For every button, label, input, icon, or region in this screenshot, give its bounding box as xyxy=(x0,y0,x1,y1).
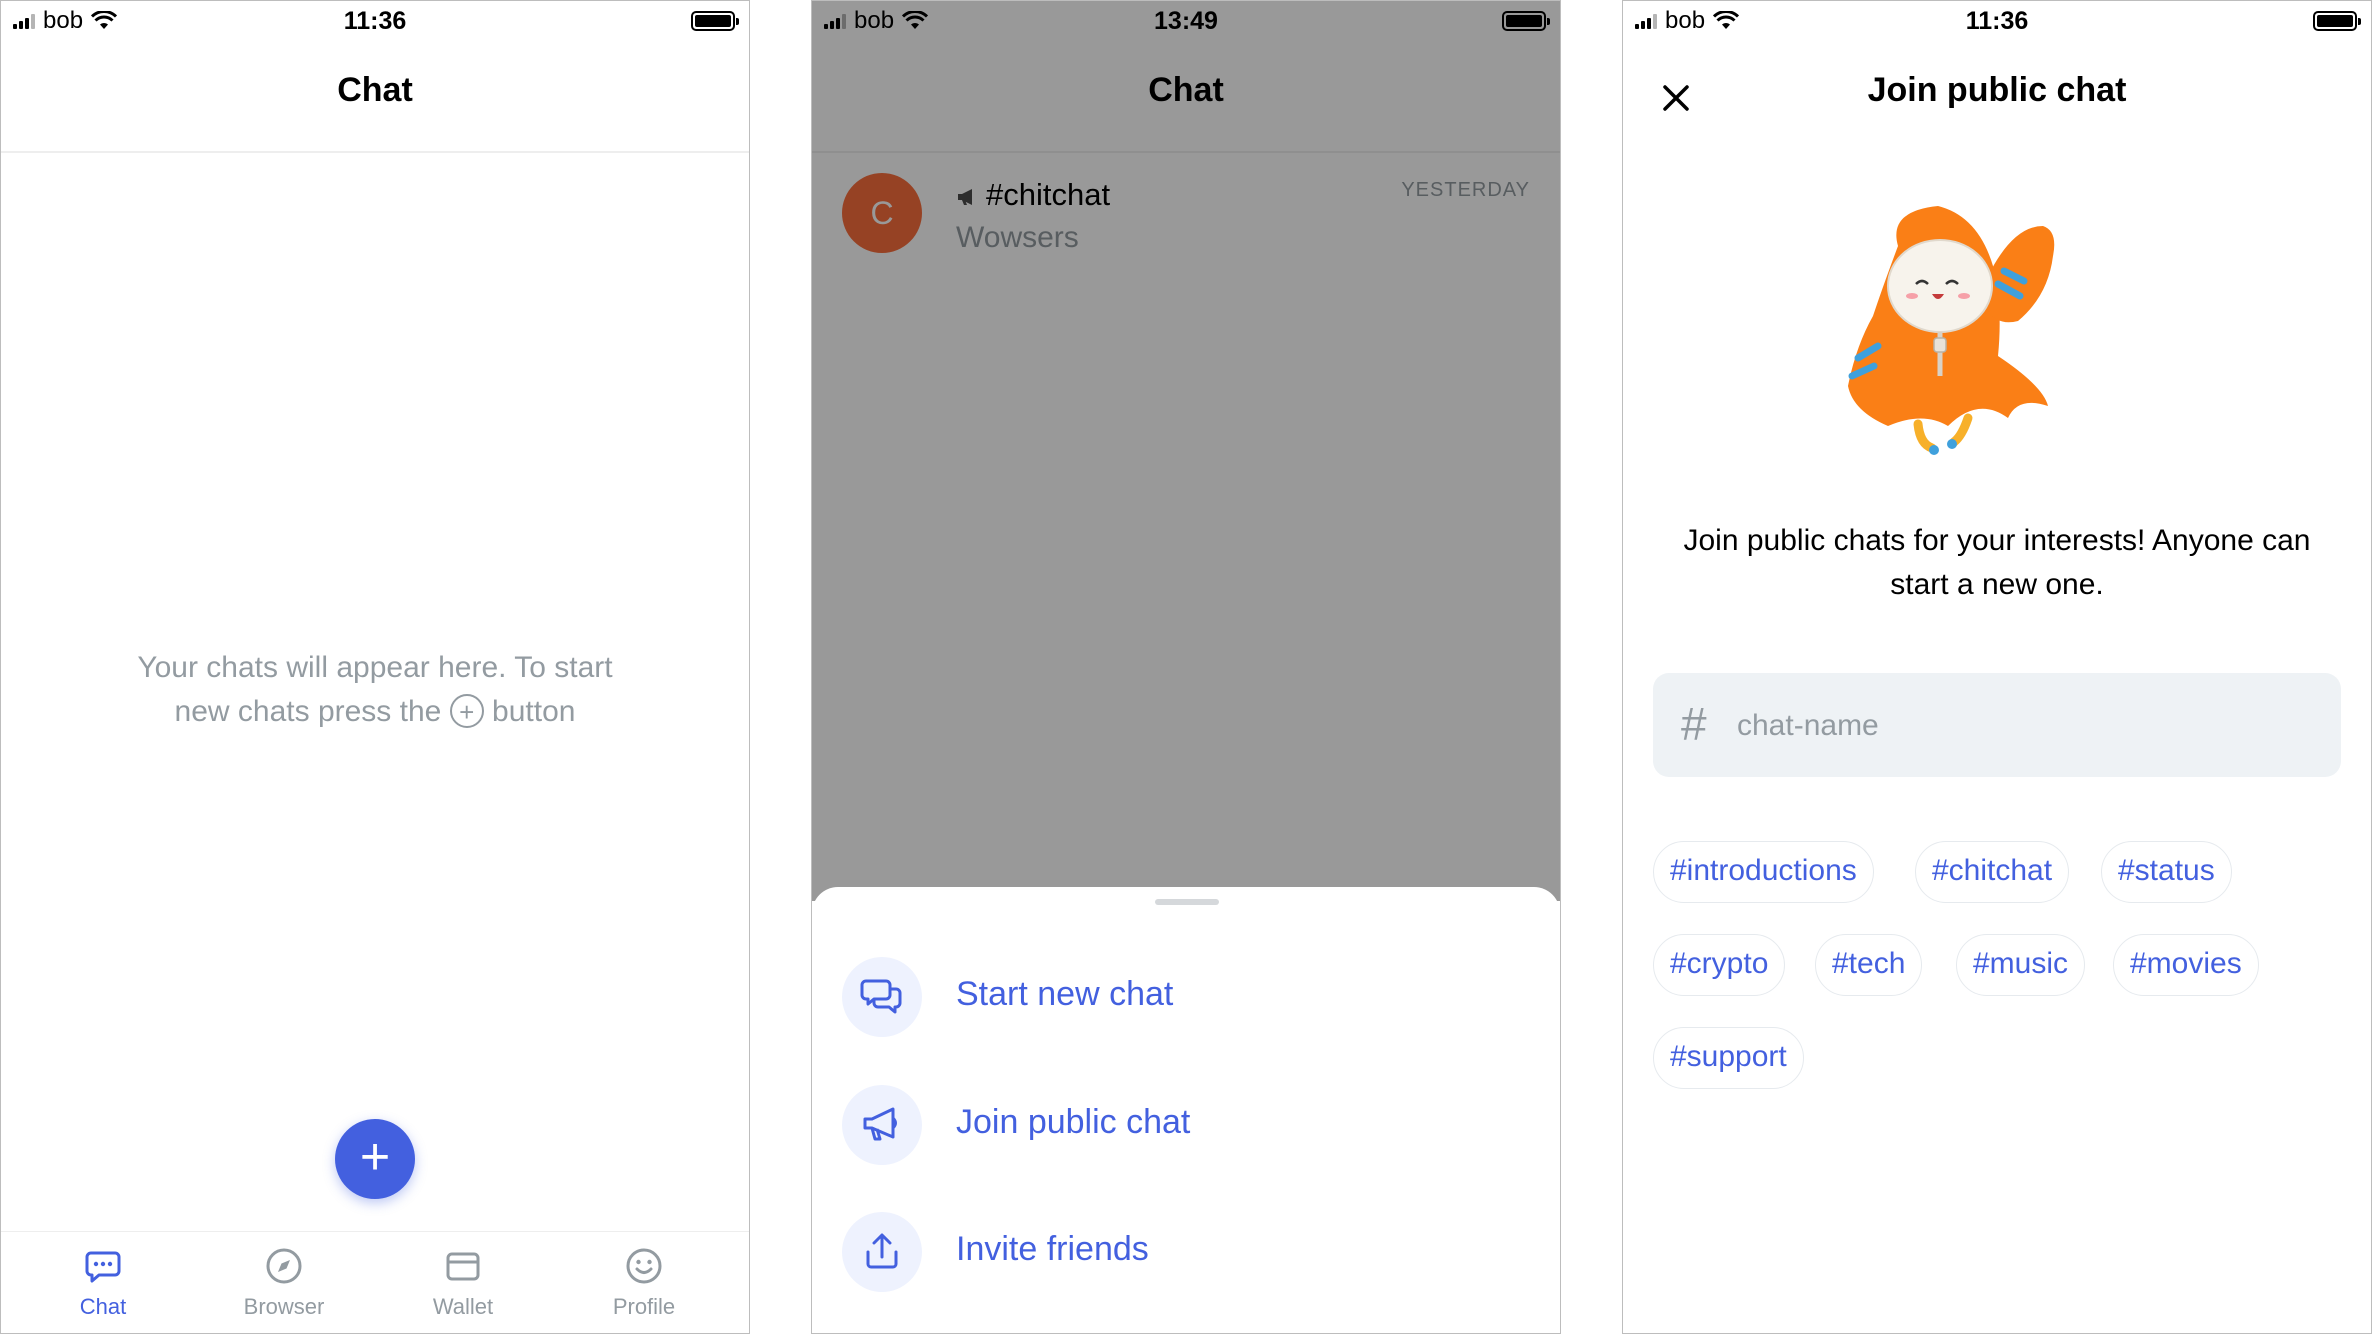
invite-friends-button[interactable]: Invite friends xyxy=(842,1212,1530,1296)
megaphone-icon xyxy=(863,1107,897,1141)
tab-profile-label: Profile xyxy=(612,1294,676,1319)
inline-plus-icon: + xyxy=(449,694,484,729)
tab-profile[interactable]: Profile xyxy=(554,1232,734,1333)
chip-support[interactable]: #support xyxy=(1653,1027,1804,1089)
chat-icon xyxy=(85,1251,121,1283)
chip-chitchat[interactable]: #chitchat xyxy=(1915,841,2070,903)
start-new-chat-button[interactable]: Start new chat xyxy=(842,957,1530,1041)
dim-overlay[interactable] xyxy=(812,1,1560,901)
tab-browser-label: Browser xyxy=(243,1294,325,1319)
status-bar: bob 11:36 xyxy=(1623,1,2371,41)
chip-crypto[interactable]: #crypto xyxy=(1653,934,1786,996)
intro-line-2: start a new one. xyxy=(1890,568,2104,601)
compass-icon xyxy=(266,1248,302,1284)
page-title: Join public chat xyxy=(1867,71,2127,109)
mascot-illustration xyxy=(1848,206,2055,455)
new-chat-fab-button[interactable]: + xyxy=(335,1119,415,1199)
start-new-chat-icon-circle xyxy=(842,957,922,1037)
status-bar: bob 11:36 xyxy=(1,1,749,41)
new-chat-icon xyxy=(860,979,902,1014)
status-time: 11:36 xyxy=(343,7,407,35)
chat-name-field[interactable]: # xyxy=(1653,673,2341,777)
empty-state-message: Your chats will appear here. To start ne… xyxy=(61,646,689,734)
chat-name-input[interactable] xyxy=(1735,703,2299,749)
tab-browser[interactable]: Browser xyxy=(194,1232,374,1333)
chip-tech[interactable]: #tech xyxy=(1815,934,1923,996)
empty-state-line-2: new chats press the + button xyxy=(61,690,689,734)
join-public-chat-icon-circle xyxy=(842,1085,922,1165)
intro-line-1: Join public chats for your interests! An… xyxy=(1683,524,2311,557)
battery-icon xyxy=(691,11,739,31)
tab-wallet[interactable]: Wallet xyxy=(373,1232,553,1333)
chip-music[interactable]: #music xyxy=(1956,934,2086,996)
chat-empty-screen: bob 11:36 Chat Your chats will appear he… xyxy=(0,0,750,1334)
empty-state-line-1: Your chats will appear here. To start xyxy=(137,651,613,684)
invite-friends-label: Invite friends xyxy=(956,1230,1149,1268)
smiley-icon xyxy=(626,1248,662,1284)
tab-wallet-label: Wallet xyxy=(432,1294,494,1319)
tab-chat[interactable]: Chat xyxy=(13,1232,193,1333)
battery-icon xyxy=(2313,11,2361,31)
bottom-sheet: Start new chat Join public chat Invite f… xyxy=(812,887,1560,1333)
share-icon xyxy=(866,1233,898,1269)
close-icon[interactable] xyxy=(1659,81,1693,115)
chat-action-sheet-screen: bob 13:49 Chat C #chitchat Wowsers YESTE… xyxy=(811,0,1561,1334)
invite-friends-icon-circle xyxy=(842,1212,922,1292)
chip-status[interactable]: #status xyxy=(2101,841,2232,903)
join-public-chat-button[interactable]: Join public chat xyxy=(842,1085,1530,1169)
sheet-drag-handle[interactable] xyxy=(1155,899,1219,905)
join-public-chat-screen: bob 11:36 Join public chat Join public c… xyxy=(1622,0,2372,1334)
hash-prefix: # xyxy=(1681,698,1707,750)
intro-text: Join public chats for your interests! An… xyxy=(1643,519,2351,607)
join-public-chat-label: Join public chat xyxy=(956,1103,1191,1141)
chip-movies[interactable]: #movies xyxy=(2113,934,2259,996)
empty-state-line-2-start: new chats press the xyxy=(174,695,442,728)
chip-introductions[interactable]: #introductions xyxy=(1653,841,1874,903)
header-divider xyxy=(1,151,749,153)
bottom-tab-bar: Chat Browser Wallet Profile xyxy=(1,1231,749,1333)
status-time: 11:36 xyxy=(1965,7,2029,35)
empty-state-line-2-end: button xyxy=(492,695,576,728)
start-new-chat-label: Start new chat xyxy=(956,975,1174,1013)
wallet-icon xyxy=(446,1252,480,1281)
page-title: Chat xyxy=(337,71,413,109)
tab-chat-label: Chat xyxy=(79,1294,127,1319)
